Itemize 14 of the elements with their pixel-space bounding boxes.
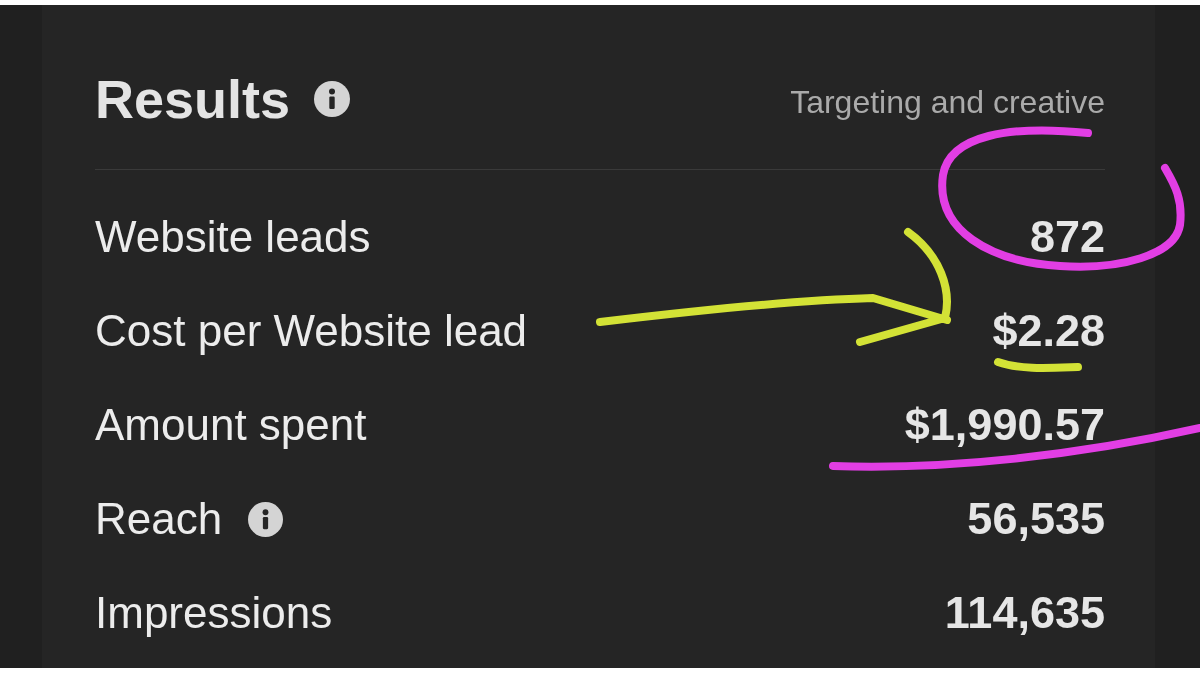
metric-label: Reach xyxy=(95,494,223,544)
metric-value: 56,535 xyxy=(967,494,1105,544)
metric-value: $2.28 xyxy=(992,306,1105,356)
metric-label: Website leads xyxy=(95,212,371,262)
metric-label: Amount spent xyxy=(95,400,367,450)
metric-value: 872 xyxy=(1029,212,1105,262)
metric-value: $1,990.57 xyxy=(904,400,1105,450)
targeting-and-creative-label: Targeting and creative xyxy=(790,86,1105,118)
results-title: Results xyxy=(95,72,291,126)
metric-label: Impressions xyxy=(95,588,333,638)
metric-label: Cost per Website lead xyxy=(95,306,528,356)
info-icon[interactable] xyxy=(248,501,284,537)
metric-value: 114,635 xyxy=(944,588,1105,638)
info-icon[interactable] xyxy=(314,81,351,117)
